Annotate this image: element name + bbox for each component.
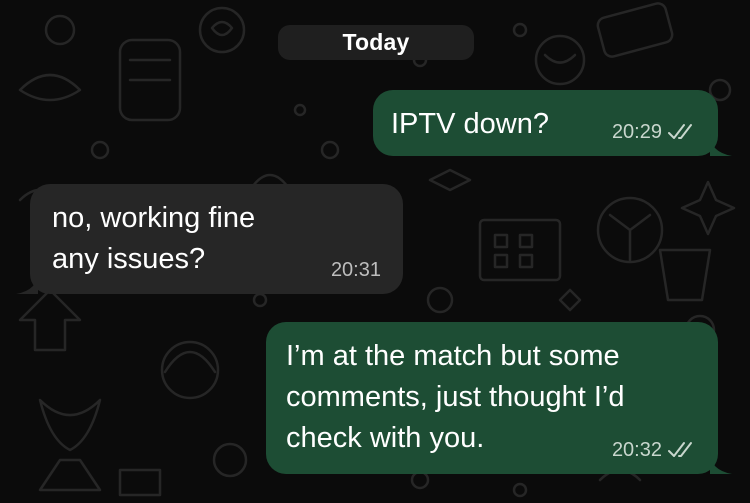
message-time: 20:29 bbox=[611, 121, 662, 143]
message-time: 20:31 bbox=[330, 259, 381, 281]
bubble-tail bbox=[710, 452, 732, 474]
chat-view: Today IPTV down? 20:29 no, working fine … bbox=[0, 0, 750, 503]
incoming-message-bubble[interactable]: no, working fine any issues? 20:31 bbox=[16, 184, 403, 294]
message-meta: 20:29 bbox=[612, 120, 698, 144]
message-meta: 20:31 bbox=[331, 258, 381, 282]
message-time: 20:32 bbox=[611, 439, 662, 461]
outgoing-message-bubble[interactable]: I’m at the match but some comments, just… bbox=[266, 322, 732, 474]
double-check-icon bbox=[668, 124, 692, 139]
outgoing-message-bubble[interactable]: IPTV down? 20:29 bbox=[373, 90, 732, 156]
bubble-tail bbox=[16, 272, 38, 294]
double-check-icon bbox=[668, 442, 692, 457]
message-meta: 20:32 bbox=[612, 438, 698, 462]
bubble-tail bbox=[710, 134, 732, 156]
date-separator: Today bbox=[278, 25, 474, 60]
